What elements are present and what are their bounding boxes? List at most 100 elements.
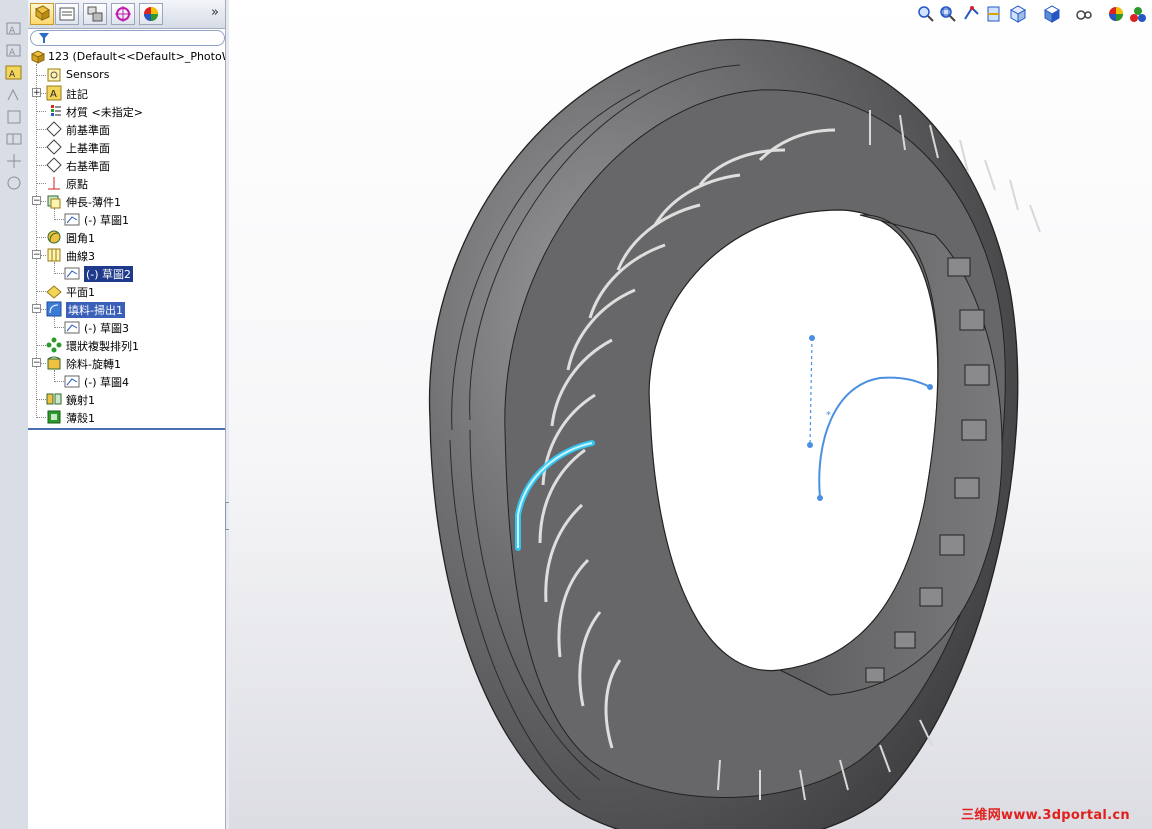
- tree-item[interactable]: − 除料-旋轉1: [28, 354, 225, 372]
- tree-item[interactable]: (-) 草圖2: [28, 264, 225, 282]
- tree-item-label: 原點: [66, 178, 88, 191]
- more-tabs-chevron-icon[interactable]: »: [211, 5, 219, 20]
- sketch-icon: [64, 319, 80, 335]
- tree-item[interactable]: 圓角1: [28, 228, 225, 246]
- tree-item-label: Sensors: [66, 68, 110, 81]
- tree-connector: [36, 183, 46, 184]
- tree-connector: [36, 291, 46, 292]
- plane-icon: [46, 157, 62, 173]
- svg-text:A: A: [9, 48, 16, 58]
- tree-item[interactable]: − 填料-掃出1: [28, 300, 225, 318]
- tree-item[interactable]: − 曲線3: [28, 246, 225, 264]
- balloon-icon[interactable]: A: [5, 64, 23, 82]
- svg-text:A: A: [9, 70, 16, 80]
- tree-item[interactable]: Sensors: [28, 66, 225, 84]
- tree-item[interactable]: + A 註記: [28, 84, 225, 102]
- tree-child-guide: [54, 208, 55, 220]
- tree-connector: [36, 237, 46, 238]
- tree-item-label: 註記: [66, 88, 88, 101]
- tree-connector: [36, 111, 46, 112]
- tree-connector: [54, 219, 64, 220]
- tree-connector: [36, 147, 46, 148]
- tree-connector: [36, 417, 46, 418]
- tree-filter-input[interactable]: [30, 30, 225, 46]
- tree-item[interactable]: 平面1: [28, 282, 225, 300]
- tire-inner-hole[interactable]: [648, 209, 1003, 696]
- expand-toggle-icon[interactable]: −: [32, 358, 41, 368]
- datum-icon[interactable]: [5, 108, 23, 126]
- tree-connector: [36, 75, 46, 76]
- tree-item[interactable]: 原點: [28, 174, 225, 192]
- tree-item[interactable]: 薄殼1: [28, 408, 225, 426]
- tree-item-label: 鏡射1: [66, 394, 95, 407]
- featuremanager-tree-icon[interactable]: [30, 3, 54, 25]
- part-icon: [30, 49, 46, 65]
- tree-item[interactable]: (-) 草圖3: [28, 318, 225, 336]
- tree-item-label: (-) 草圖2: [84, 266, 134, 282]
- tree-item[interactable]: 右基準面: [28, 156, 225, 174]
- sweep-icon: [46, 301, 62, 317]
- display-manager-icon[interactable]: [139, 3, 163, 25]
- fillet-icon: [46, 229, 62, 245]
- sketch-icon: [64, 265, 80, 281]
- tree-item-label: 除料-旋轉1: [66, 358, 121, 371]
- surface-finish-icon[interactable]: [5, 86, 23, 104]
- tree-connector: [36, 165, 46, 166]
- plane-icon: [46, 139, 62, 155]
- tree-item-label: 上基準面: [66, 142, 110, 155]
- center-mark-icon[interactable]: [5, 152, 23, 170]
- note-icon[interactable]: A: [5, 42, 23, 60]
- tree-item[interactable]: 鏡射1: [28, 390, 225, 408]
- sensors-icon: [46, 67, 62, 83]
- tree-connector: [36, 129, 46, 130]
- tree-connector: [36, 399, 46, 400]
- tree-connector: [54, 381, 64, 382]
- tree-item[interactable]: 上基準面: [28, 138, 225, 156]
- graphics-viewport[interactable]: * 三维网www.3dportal.cn: [229, 0, 1152, 829]
- circular-pattern-icon: [46, 337, 62, 353]
- tree-item-label: (-) 草圖3: [84, 322, 130, 335]
- revolve-cut-icon: [46, 355, 62, 371]
- sketch-icon: [64, 373, 80, 389]
- rollback-bar[interactable]: [28, 428, 225, 430]
- tree-item[interactable]: 前基準面: [28, 120, 225, 138]
- expand-toggle-icon[interactable]: +: [32, 88, 41, 98]
- extrude-thin-icon: [46, 193, 62, 209]
- site-watermark: 三维网www.3dportal.cn: [961, 808, 1130, 823]
- svg-text:*: *: [826, 410, 831, 421]
- mirror-icon: [46, 391, 62, 407]
- tree-item[interactable]: − 伸長-薄件1: [28, 192, 225, 210]
- tire-model[interactable]: *: [229, 0, 1152, 829]
- tree-item-label: 圓角1: [66, 232, 95, 245]
- tree-item[interactable]: (-) 草圖1: [28, 210, 225, 228]
- tree-child-guide: [54, 262, 55, 274]
- tree-item[interactable]: 環狀複製排列1: [28, 336, 225, 354]
- tree-item-label: (-) 草圖1: [84, 214, 130, 227]
- gtol-icon[interactable]: [5, 130, 23, 148]
- sketch-icon: [64, 211, 80, 227]
- curve-icon: [46, 247, 62, 263]
- tree-connector: [54, 327, 64, 328]
- propertymanager-icon[interactable]: [55, 3, 79, 25]
- tree-root-part[interactable]: 123 (Default<<Default>_PhotoWorks: [28, 48, 255, 66]
- featuremanager-panel: » 123 (Default<<Default>_PhotoWorks Senso…: [28, 0, 255, 829]
- expand-toggle-icon[interactable]: −: [32, 304, 41, 314]
- expand-toggle-icon[interactable]: −: [32, 196, 41, 206]
- plane1-icon: [46, 283, 62, 299]
- hole-callout-icon[interactable]: [5, 174, 23, 192]
- plane-icon: [46, 121, 62, 137]
- tree-item-label: 曲線3: [66, 250, 95, 263]
- configurationmanager-icon[interactable]: [83, 3, 107, 25]
- tree-item-label: 右基準面: [66, 160, 110, 173]
- tree-connector: [54, 273, 64, 274]
- tree-item-label: (-) 草圖4: [84, 376, 130, 389]
- tree-item-label: 填料-掃出1: [66, 302, 125, 318]
- tree-item[interactable]: 材質 <未指定>: [28, 102, 225, 120]
- tree-item-label: 前基準面: [66, 124, 110, 137]
- manager-tabs: »: [28, 0, 225, 29]
- smart-dimension-icon[interactable]: A: [5, 20, 23, 38]
- expand-toggle-icon[interactable]: −: [32, 250, 41, 260]
- dimxpert-manager-icon[interactable]: [111, 3, 135, 25]
- tree-item-label: 伸長-薄件1: [66, 196, 121, 209]
- tree-item[interactable]: (-) 草圖4: [28, 372, 225, 390]
